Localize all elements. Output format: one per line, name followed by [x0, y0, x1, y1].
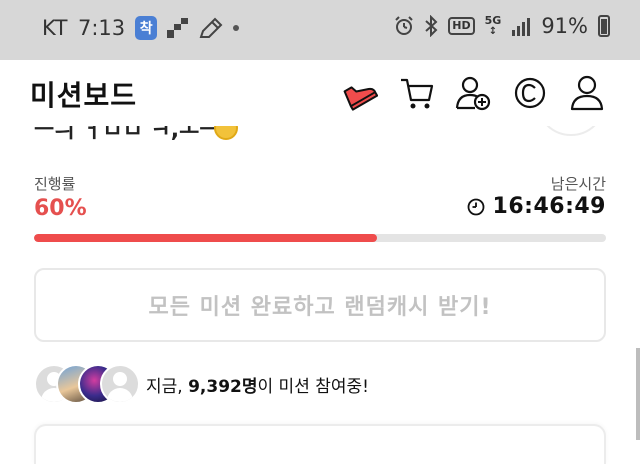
participants-suffix: 이 미션 참여중! — [257, 377, 369, 397]
complete-all-missions-button[interactable]: 모든 미션 완료하고 랜덤캐시 받기! — [34, 268, 606, 342]
hd-voice-icon: HD — [448, 17, 475, 35]
progress-label: 진행률 — [34, 175, 76, 193]
alarm-icon — [395, 16, 413, 35]
remaining-time-value: 16:46:49 — [492, 194, 606, 219]
participant-avatars — [34, 364, 140, 404]
progress-bar-fill — [34, 234, 378, 242]
carrier-label: KT — [42, 16, 68, 40]
cash-coin-icon[interactable] — [512, 74, 548, 112]
profile-icon[interactable] — [569, 74, 605, 112]
status-bar: KT 7:13 착 HD 5G ↕ 91% — [0, 0, 640, 60]
cart-icon[interactable] — [399, 74, 435, 112]
remaining-time: 16:46:49 — [467, 194, 606, 219]
signal-steps-icon — [167, 18, 189, 38]
battery-icon — [598, 15, 610, 37]
scrolled-text-fragment: ㅡㅢ ㅓㅁㅁ ㅋ,ㅗㅡ — [34, 126, 220, 143]
pencil-icon — [199, 17, 223, 38]
battery-percent: 91% — [541, 14, 588, 38]
scrolled-summary-row: ㅡㅢ ㅓㅁㅁ ㅋ,ㅗㅡ — [0, 126, 640, 146]
app-notification-icon: 착 — [135, 16, 158, 40]
progress-value: 60% — [34, 196, 87, 221]
5g-icon: 5G ↕ — [484, 14, 502, 37]
add-friend-icon[interactable] — [455, 74, 491, 112]
cell-signal-icon — [512, 18, 531, 36]
bluetooth-icon — [425, 15, 438, 37]
status-right: HD 5G ↕ 91% — [394, 14, 610, 38]
notification-dot-icon — [233, 25, 240, 31]
app-header: 미션보드 — [0, 60, 640, 126]
mission-card[interactable] — [34, 424, 606, 464]
progress-bar — [34, 234, 606, 242]
scrolled-circle-button[interactable] — [536, 126, 606, 136]
sneaker-icon[interactable] — [342, 74, 379, 112]
clock-icon — [467, 198, 484, 215]
remaining-time-label: 남은시간 — [550, 175, 606, 193]
avatar — [100, 364, 140, 404]
clock-time: 7:13 — [77, 16, 126, 40]
participants-text: 지금, 9,392명이 미션 참여중! — [146, 372, 369, 397]
participants-prefix: 지금, — [146, 377, 189, 397]
status-left: KT 7:13 착 — [42, 16, 240, 40]
scrollbar[interactable] — [636, 348, 640, 440]
page-title: 미션보드 — [30, 79, 138, 112]
participants-count: 9,392명 — [188, 377, 258, 397]
